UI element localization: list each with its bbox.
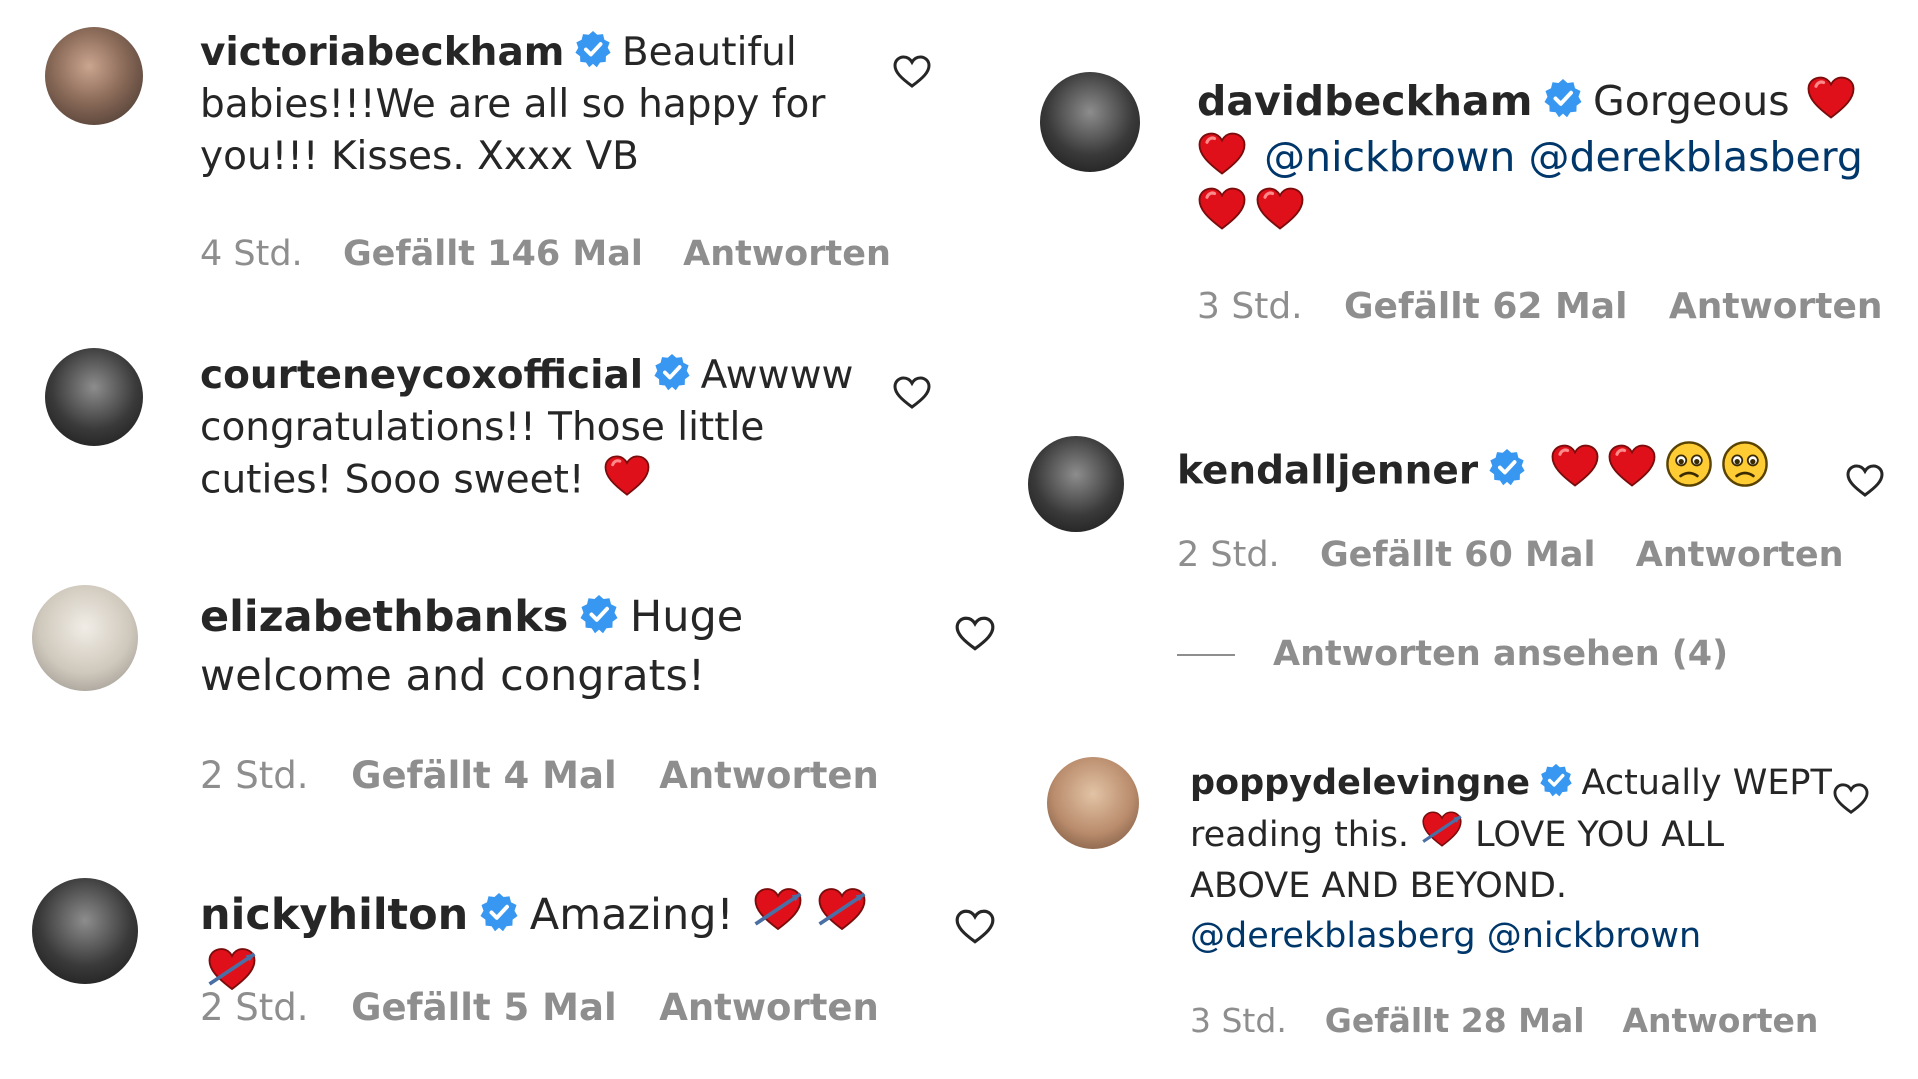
likes-count[interactable]: Gefällt 60 Mal — [1320, 535, 1596, 575]
avatar-elizabethbanks[interactable] — [32, 585, 138, 691]
red-heart-emoji-icon — [1255, 186, 1305, 231]
comment-text: poppydelevingne Actually WEPT reading thi… — [1190, 758, 1840, 961]
sad-face-emoji-icon — [1721, 440, 1769, 488]
username-kendalljenner[interactable]: kendalljenner — [1177, 448, 1478, 493]
mention-link[interactable]: @derekblasberg — [1190, 916, 1476, 956]
likes-count[interactable]: Gefällt 62 Mal — [1344, 286, 1627, 327]
avatar-nickyhilton[interactable] — [32, 878, 138, 984]
timestamp[interactable]: 4 Std. — [200, 234, 303, 274]
comment-meta: 2 Std. Gefällt 60 Mal Antworten — [1177, 535, 1884, 575]
reply-button[interactable]: Antworten — [683, 234, 891, 274]
verified-badge-icon — [1488, 448, 1526, 486]
comment-text: davidbeckham Gorgeous @nickbrown @derekbl… — [1197, 74, 1887, 241]
sad-face-emoji-icon — [1665, 440, 1713, 488]
verified-badge-icon — [1539, 763, 1573, 797]
timestamp[interactable]: 3 Std. — [1190, 1001, 1287, 1040]
comment-text: kendalljenner — [1177, 440, 1817, 497]
mention-link[interactable]: @nickbrown — [1487, 916, 1701, 956]
mention-link[interactable]: @derekblasberg — [1528, 133, 1863, 181]
like-heart-icon[interactable] — [954, 908, 996, 946]
verified-badge-icon — [579, 594, 619, 634]
reply-button[interactable]: Antworten — [1623, 1001, 1819, 1040]
likes-count[interactable]: Gefällt 5 Mal — [351, 986, 617, 1029]
comment-body: Amazing! — [529, 889, 734, 940]
reply-button[interactable]: Antworten — [659, 754, 879, 797]
view-replies-label: Antworten ansehen (4) — [1273, 634, 1729, 674]
red-heart-emoji-icon — [1806, 75, 1856, 120]
username-nickyhilton[interactable]: nickyhilton — [200, 890, 468, 940]
avatar-courteneycoxofficial[interactable] — [45, 348, 143, 446]
avatar-poppydelevingne[interactable] — [1047, 757, 1139, 849]
timestamp[interactable]: 2 Std. — [200, 986, 309, 1029]
verified-badge-icon — [1543, 78, 1583, 118]
comment-text: victoriabeckham Beautiful babies!!!We are… — [200, 27, 860, 183]
view-replies-button[interactable]: Antworten ansehen (4) — [1177, 634, 1728, 674]
timestamp[interactable]: 2 Std. — [1177, 535, 1280, 575]
verified-badge-icon — [479, 892, 519, 932]
comment-text: elizabethbanks Huge welcome and congrats! — [200, 588, 920, 707]
comment-body: Gorgeous — [1592, 77, 1790, 125]
comment-meta: 4 Std. Gefällt 146 Mal Antworten — [200, 234, 931, 274]
comment-meta: 2 Std. Gefällt 5 Mal Antworten — [200, 986, 921, 1029]
reply-button[interactable]: Antworten — [659, 986, 879, 1029]
red-heart-emoji-icon — [1197, 131, 1247, 176]
username-poppydelevingne[interactable]: poppydelevingne — [1190, 763, 1530, 803]
red-heart-emoji-icon — [1550, 443, 1600, 488]
red-heart-emoji-icon — [1607, 443, 1657, 488]
verified-badge-icon — [653, 353, 691, 391]
username-davidbeckham[interactable]: davidbeckham — [1197, 77, 1532, 125]
verified-badge-icon — [574, 30, 612, 68]
likes-count[interactable]: Gefällt 4 Mal — [351, 754, 617, 797]
like-heart-icon[interactable] — [1845, 463, 1885, 499]
comment-meta: 3 Std. Gefällt 62 Mal Antworten — [1197, 286, 1918, 327]
avatar-kendalljenner[interactable] — [1028, 436, 1124, 532]
red-heart-emoji-icon — [1197, 186, 1247, 231]
timestamp[interactable]: 2 Std. — [200, 754, 309, 797]
likes-count[interactable]: Gefällt 28 Mal — [1325, 1001, 1585, 1040]
comment-meta: 3 Std. Gefällt 28 Mal Antworten — [1190, 1001, 1856, 1040]
replies-divider-line — [1177, 654, 1235, 656]
avatar-victoriabeckham[interactable] — [45, 27, 143, 125]
likes-count[interactable]: Gefällt 146 Mal — [343, 234, 643, 274]
reply-button[interactable]: Antworten — [1636, 535, 1844, 575]
like-heart-icon[interactable] — [1832, 782, 1870, 816]
heart-arrow-emoji-icon — [814, 884, 870, 934]
red-heart-emoji-icon — [603, 454, 651, 497]
heart-arrow-emoji-icon — [1419, 808, 1465, 850]
username-elizabethbanks[interactable]: elizabethbanks — [200, 592, 568, 642]
comment-text: courteneycoxofficial Awwww congratulation… — [200, 350, 860, 506]
heart-arrow-emoji-icon — [750, 884, 806, 934]
like-heart-icon[interactable] — [892, 375, 932, 411]
mention-link[interactable]: @nickbrown — [1264, 133, 1515, 181]
like-heart-icon[interactable] — [892, 54, 932, 90]
reply-button[interactable]: Antworten — [1669, 286, 1883, 327]
username-courteneycoxofficial[interactable]: courteneycoxofficial — [200, 353, 643, 398]
like-heart-icon[interactable] — [954, 615, 996, 653]
username-victoriabeckham[interactable]: victoriabeckham — [200, 30, 564, 75]
avatar-davidbeckham[interactable] — [1040, 72, 1140, 172]
timestamp[interactable]: 3 Std. — [1197, 286, 1303, 327]
comment-meta: 2 Std. Gefällt 4 Mal Antworten — [200, 754, 921, 797]
